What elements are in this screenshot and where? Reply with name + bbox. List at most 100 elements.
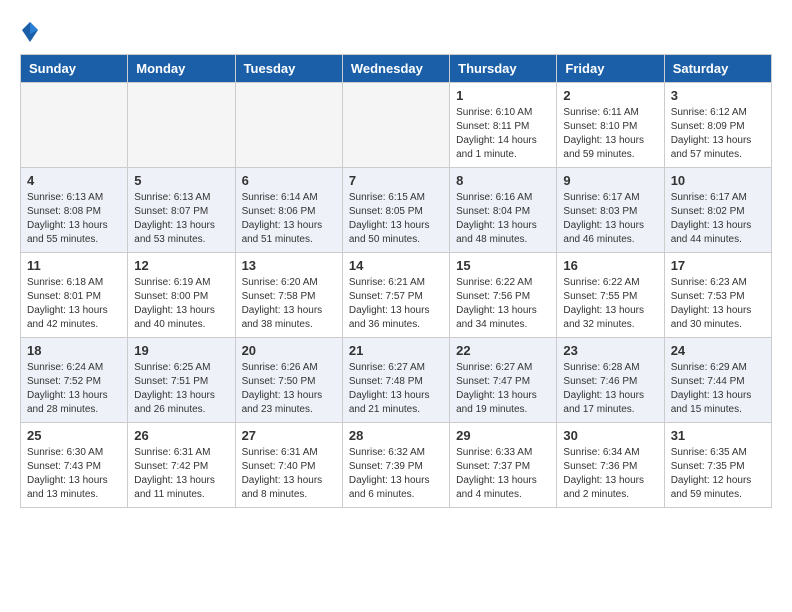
calendar-cell: 29 Sunrise: 6:33 AMSunset: 7:37 PMDayligh…	[450, 423, 557, 508]
page-header	[20, 20, 772, 44]
calendar-cell: 30 Sunrise: 6:34 AMSunset: 7:36 PMDayligh…	[557, 423, 664, 508]
calendar-cell: 17Sunrise: 6:23 AMSunset: 7:53 PMDayligh…	[664, 253, 771, 338]
day-number: 16	[563, 258, 657, 273]
weekday-header-wednesday: Wednesday	[342, 55, 449, 83]
day-number: 28	[349, 428, 443, 443]
weekday-header-saturday: Saturday	[664, 55, 771, 83]
day-number: 27	[242, 428, 336, 443]
day-number: 29	[456, 428, 550, 443]
day-info: Sunrise: 6:17 AMSunset: 8:03 PMDaylight:…	[563, 191, 657, 247]
weekday-header-friday: Friday	[557, 55, 664, 83]
day-number: 7	[349, 173, 443, 188]
day-info: Sunrise: 6:33 AMSunset: 7:37 PMDaylight:…	[456, 446, 550, 502]
day-number: 31	[671, 428, 765, 443]
day-info: Sunrise: 6:22 AMSunset: 7:55 PMDaylight:…	[563, 276, 657, 332]
calendar-table: SundayMondayTuesdayWednesdayThursdayFrid…	[20, 54, 772, 508]
calendar-week-row: 4 Sunrise: 6:13 AMSunset: 8:08 PMDaylight…	[21, 168, 772, 253]
calendar-week-row: 25 Sunrise: 6:30 AMSunset: 7:43 PMDayligh…	[21, 423, 772, 508]
day-number: 5	[134, 173, 228, 188]
calendar-cell	[128, 83, 235, 168]
day-info: Sunrise: 6:22 AMSunset: 7:56 PMDaylight:…	[456, 276, 550, 332]
weekday-header-thursday: Thursday	[450, 55, 557, 83]
day-info: Sunrise: 6:21 AMSunset: 7:57 PMDaylight:…	[349, 276, 443, 332]
day-info: Sunrise: 6:31 AMSunset: 7:42 PMDaylight:…	[134, 446, 228, 502]
calendar-cell: 28 Sunrise: 6:32 AMSunset: 7:39 PMDayligh…	[342, 423, 449, 508]
day-number: 21	[349, 343, 443, 358]
weekday-header-sunday: Sunday	[21, 55, 128, 83]
calendar-cell: 8 Sunrise: 6:16 AMSunset: 8:04 PMDaylight…	[450, 168, 557, 253]
day-info: Sunrise: 6:14 AMSunset: 8:06 PMDaylight:…	[242, 191, 336, 247]
day-info: Sunrise: 6:29 AMSunset: 7:44 PMDaylight:…	[671, 361, 765, 417]
day-number: 9	[563, 173, 657, 188]
calendar-week-row: 11 Sunrise: 6:18 AMSunset: 8:01 PMDayligh…	[21, 253, 772, 338]
day-info: Sunrise: 6:27 AMSunset: 7:47 PMDaylight:…	[456, 361, 550, 417]
day-info: Sunrise: 6:13 AMSunset: 8:08 PMDaylight:…	[27, 191, 121, 247]
calendar-cell	[342, 83, 449, 168]
day-info: Sunrise: 6:31 AMSunset: 7:40 PMDaylight:…	[242, 446, 336, 502]
day-info: Sunrise: 6:35 AMSunset: 7:35 PMDaylight:…	[671, 446, 765, 502]
day-number: 23	[563, 343, 657, 358]
calendar-week-row: 18 Sunrise: 6:24 AMSunset: 7:52 PMDayligh…	[21, 338, 772, 423]
day-info: Sunrise: 6:30 AMSunset: 7:43 PMDaylight:…	[27, 446, 121, 502]
calendar-cell: 18 Sunrise: 6:24 AMSunset: 7:52 PMDayligh…	[21, 338, 128, 423]
weekday-header-tuesday: Tuesday	[235, 55, 342, 83]
calendar-cell: 22 Sunrise: 6:27 AMSunset: 7:47 PMDayligh…	[450, 338, 557, 423]
calendar-cell: 23 Sunrise: 6:28 AMSunset: 7:46 PMDayligh…	[557, 338, 664, 423]
day-info: Sunrise: 6:18 AMSunset: 8:01 PMDaylight:…	[27, 276, 121, 332]
day-info: Sunrise: 6:26 AMSunset: 7:50 PMDaylight:…	[242, 361, 336, 417]
day-info: Sunrise: 6:34 AMSunset: 7:36 PMDaylight:…	[563, 446, 657, 502]
day-info: Sunrise: 6:28 AMSunset: 7:46 PMDaylight:…	[563, 361, 657, 417]
day-info: Sunrise: 6:10 AMSunset: 8:11 PMDaylight:…	[456, 106, 550, 162]
day-number: 3	[671, 88, 765, 103]
day-info: Sunrise: 6:20 AMSunset: 7:58 PMDaylight:…	[242, 276, 336, 332]
day-number: 17	[671, 258, 765, 273]
day-number: 10	[671, 173, 765, 188]
calendar-cell: 21 Sunrise: 6:27 AMSunset: 7:48 PMDayligh…	[342, 338, 449, 423]
calendar-cell: 31 Sunrise: 6:35 AMSunset: 7:35 PMDayligh…	[664, 423, 771, 508]
calendar-cell	[21, 83, 128, 168]
day-info: Sunrise: 6:27 AMSunset: 7:48 PMDaylight:…	[349, 361, 443, 417]
day-number: 1	[456, 88, 550, 103]
day-info: Sunrise: 6:19 AMSunset: 8:00 PMDaylight:…	[134, 276, 228, 332]
calendar-cell: 24 Sunrise: 6:29 AMSunset: 7:44 PMDayligh…	[664, 338, 771, 423]
day-number: 6	[242, 173, 336, 188]
day-info: Sunrise: 6:17 AMSunset: 8:02 PMDaylight:…	[671, 191, 765, 247]
calendar-cell: 13 Sunrise: 6:20 AMSunset: 7:58 PMDayligh…	[235, 253, 342, 338]
day-info: Sunrise: 6:24 AMSunset: 7:52 PMDaylight:…	[27, 361, 121, 417]
day-number: 12	[134, 258, 228, 273]
calendar-cell: 4 Sunrise: 6:13 AMSunset: 8:08 PMDaylight…	[21, 168, 128, 253]
calendar-cell: 1 Sunrise: 6:10 AMSunset: 8:11 PMDaylight…	[450, 83, 557, 168]
logo-icon	[20, 20, 40, 44]
calendar-cell: 6 Sunrise: 6:14 AMSunset: 8:06 PMDaylight…	[235, 168, 342, 253]
day-number: 20	[242, 343, 336, 358]
calendar-cell: 20 Sunrise: 6:26 AMSunset: 7:50 PMDayligh…	[235, 338, 342, 423]
day-number: 11	[27, 258, 121, 273]
day-number: 25	[27, 428, 121, 443]
day-number: 24	[671, 343, 765, 358]
day-number: 4	[27, 173, 121, 188]
calendar-cell: 12 Sunrise: 6:19 AMSunset: 8:00 PMDayligh…	[128, 253, 235, 338]
day-info: Sunrise: 6:32 AMSunset: 7:39 PMDaylight:…	[349, 446, 443, 502]
day-number: 2	[563, 88, 657, 103]
calendar-cell: 11 Sunrise: 6:18 AMSunset: 8:01 PMDayligh…	[21, 253, 128, 338]
calendar-cell: 14Sunrise: 6:21 AMSunset: 7:57 PMDayligh…	[342, 253, 449, 338]
calendar-cell: 10 Sunrise: 6:17 AMSunset: 8:02 PMDayligh…	[664, 168, 771, 253]
day-number: 13	[242, 258, 336, 273]
day-number: 18	[27, 343, 121, 358]
day-number: 8	[456, 173, 550, 188]
weekday-header-row: SundayMondayTuesdayWednesdayThursdayFrid…	[21, 55, 772, 83]
calendar-week-row: 1 Sunrise: 6:10 AMSunset: 8:11 PMDaylight…	[21, 83, 772, 168]
calendar-cell: 9 Sunrise: 6:17 AMSunset: 8:03 PMDaylight…	[557, 168, 664, 253]
calendar-cell: 25 Sunrise: 6:30 AMSunset: 7:43 PMDayligh…	[21, 423, 128, 508]
day-info: Sunrise: 6:16 AMSunset: 8:04 PMDaylight:…	[456, 191, 550, 247]
calendar-cell: 16 Sunrise: 6:22 AMSunset: 7:55 PMDayligh…	[557, 253, 664, 338]
day-number: 26	[134, 428, 228, 443]
day-number: 22	[456, 343, 550, 358]
day-info: Sunrise: 6:25 AMSunset: 7:51 PMDaylight:…	[134, 361, 228, 417]
day-number: 30	[563, 428, 657, 443]
day-info: Sunrise: 6:11 AMSunset: 8:10 PMDaylight:…	[563, 106, 657, 162]
calendar-cell	[235, 83, 342, 168]
day-info: Sunrise: 6:13 AMSunset: 8:07 PMDaylight:…	[134, 191, 228, 247]
calendar-cell: 5 Sunrise: 6:13 AMSunset: 8:07 PMDaylight…	[128, 168, 235, 253]
logo	[20, 20, 44, 44]
